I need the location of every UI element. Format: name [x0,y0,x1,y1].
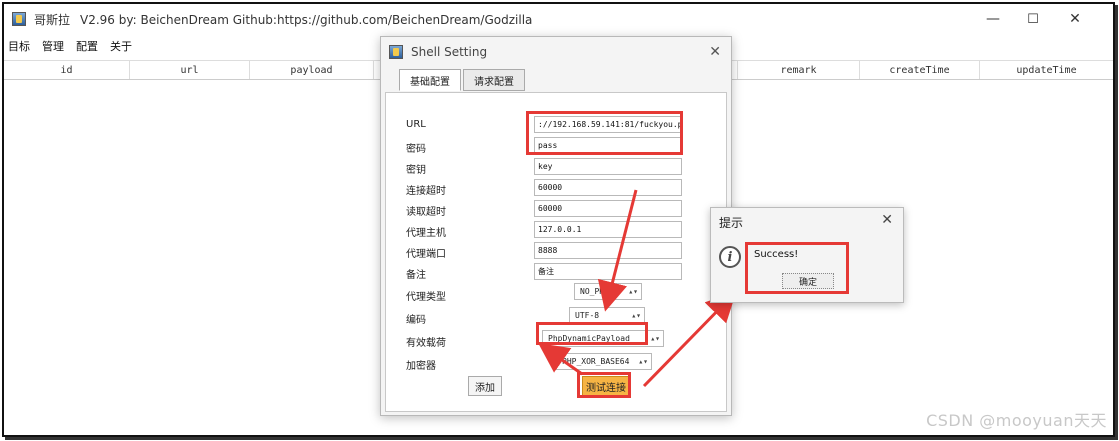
read-timeout-field[interactable]: 60000 [534,200,682,217]
menu-bar: 目标 管理 配置 关于 [4,36,144,56]
app-icon [12,12,26,26]
shell-setting-dialog: Shell Setting ✕ 基础配置 请求配置 URL ://192.168… [380,36,732,416]
proxy-host-label: 代理主机 [406,228,446,239]
main-title-bar: 哥斯拉 V2.96 by: BeichenDream Github:https:/… [4,4,1113,34]
payload-spinner-icon: ▴▾ [650,334,660,343]
password-label: 密码 [406,144,426,155]
maximize-button[interactable]: ☐ [1013,4,1053,34]
column-header-createtime[interactable]: createTime [860,61,980,79]
column-header-remark[interactable]: remark [738,61,860,79]
conn-timeout-label: 连接超时 [406,186,446,197]
remark-field[interactable]: 备注 [534,263,682,280]
watermark: CSDN @mooyuan天天 [926,411,1107,430]
minimize-button[interactable]: — [973,4,1013,34]
window-title-version: V2.96 by: BeichenDream Github:https://gi… [80,12,533,27]
read-timeout-label: 读取超时 [406,207,446,218]
highlight-success-box: Success! 确定 [745,242,849,294]
success-message: Success! [754,249,799,260]
column-header-url[interactable]: url [130,61,250,79]
url-label: URL [406,119,426,130]
shell-setting-title: Shell Setting [411,45,488,59]
close-button[interactable]: ✕ [1055,4,1095,34]
proxy-host-field[interactable]: 127.0.0.1 [534,221,682,238]
cryption-spinner-icon: ▴▾ [638,357,648,366]
proxy-port-field[interactable]: 8888 [534,242,682,259]
settings-tabs: 基础配置 请求配置 [399,69,527,91]
proxy-type-label: 代理类型 [406,292,446,303]
tab-basic-config[interactable]: 基础配置 [399,69,461,91]
cryption-value: PHP_XOR_BASE64 [562,357,630,366]
encoding-label: 编码 [406,315,426,326]
proxy-type-select[interactable]: NO_PROXY ▴▾ [574,283,642,300]
message-dialog-title: 提示 [719,216,744,230]
menu-manage[interactable]: 管理 [42,38,64,54]
column-header-payload[interactable]: payload [250,61,374,79]
menu-about[interactable]: 关于 [110,38,132,54]
payload-label: 有效载荷 [406,338,446,349]
proxy-type-spinner-icon: ▴▾ [628,287,638,296]
conn-timeout-field[interactable]: 60000 [534,179,682,196]
success-message-dialog: 提示 ✕ i Success! 确定 [710,207,904,303]
message-close-icon[interactable]: ✕ [881,212,893,228]
menu-target[interactable]: 目标 [8,38,30,54]
column-header-id[interactable]: id [4,61,130,79]
dialog-app-icon [389,45,403,59]
menu-config[interactable]: 配置 [76,38,98,54]
tab-request-config[interactable]: 请求配置 [463,69,525,91]
key-field[interactable]: key [534,158,682,175]
window-title-app-name: 哥斯拉 [34,12,71,27]
remark-label: 备注 [406,270,426,281]
highlight-url-password [526,111,683,155]
proxy-port-label: 代理端口 [406,249,446,260]
shell-setting-title-bar: Shell Setting ✕ [381,37,731,67]
info-icon: i [719,246,741,268]
ok-button[interactable]: 确定 [782,273,834,289]
highlight-payload [536,322,648,345]
add-button[interactable]: 添加 [468,376,502,396]
cryption-select[interactable]: PHP_XOR_BASE64 ▴▾ [556,353,652,370]
encoding-value: UTF-8 [575,311,600,320]
highlight-test-button [577,372,631,398]
proxy-type-value: NO_PROXY [580,287,619,296]
encoding-spinner-icon: ▴▾ [631,311,641,320]
cryption-label: 加密器 [406,361,436,372]
key-label: 密钥 [406,165,426,176]
screenshot-frame: 哥斯拉 V2.96 by: BeichenDream Github:https:/… [2,2,1115,437]
dialog-close-icon[interactable]: ✕ [709,44,721,60]
window-title: 哥斯拉 V2.96 by: BeichenDream Github:https:/… [34,11,532,28]
column-header-updatetime[interactable]: updateTime [980,61,1113,79]
